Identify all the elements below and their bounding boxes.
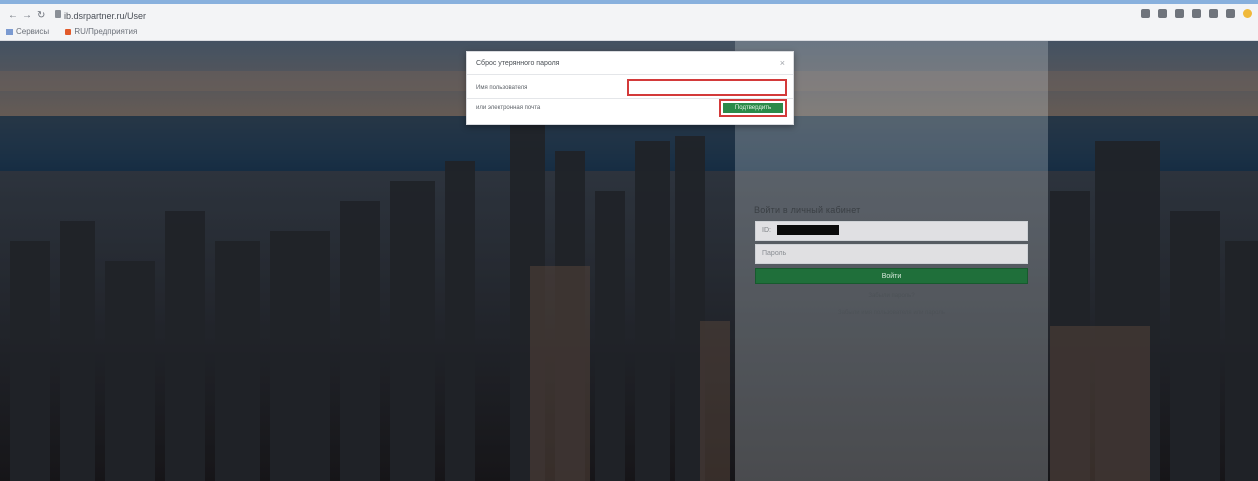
bookmarks-bar: Сервисы RU/Предприятия bbox=[6, 27, 151, 36]
username-field[interactable]: ID: bbox=[755, 221, 1028, 241]
extension-icon[interactable] bbox=[1175, 9, 1184, 18]
redacted-username bbox=[776, 225, 839, 236]
browser-chrome: ← → ↻ ib.dsrpartner.ru/User Сервисы RU/П… bbox=[0, 0, 1258, 41]
page-content: Войти в личный кабинет ID: Пароль Войти … bbox=[0, 41, 1258, 481]
username-label: Имя пользователя bbox=[476, 85, 528, 91]
dialog-title: Сброс утерянного пароля bbox=[476, 60, 560, 67]
dialog-divider bbox=[467, 74, 793, 75]
reset-username-input[interactable] bbox=[627, 79, 787, 96]
settings-icon[interactable] bbox=[1226, 9, 1235, 18]
login-button[interactable]: Войти bbox=[755, 268, 1028, 284]
tab-strip bbox=[0, 0, 1258, 4]
key-icon[interactable] bbox=[1141, 9, 1150, 18]
confirm-button[interactable]: Подтвердить bbox=[723, 103, 783, 113]
profile-avatar[interactable] bbox=[1243, 9, 1252, 18]
extension-icon[interactable] bbox=[1192, 9, 1201, 18]
forgot-password-link[interactable]: Забыли пароль? bbox=[755, 293, 1028, 299]
bookmark-services[interactable]: Сервисы bbox=[6, 27, 49, 36]
forward-icon[interactable]: → bbox=[22, 9, 32, 23]
username-prefix: ID: bbox=[762, 227, 771, 234]
close-icon[interactable]: × bbox=[780, 58, 785, 68]
address-bar[interactable]: ib.dsrpartner.ru/User bbox=[64, 9, 146, 23]
forgot-username-link[interactable]: Забыли имя пользователя или пароль bbox=[755, 310, 1028, 316]
reset-password-dialog: Сброс утерянного пароля × Имя пользовате… bbox=[466, 51, 794, 125]
toolbar-icons bbox=[1141, 9, 1252, 18]
nav-row: ← → ↻ ib.dsrpartner.ru/User bbox=[0, 6, 1258, 26]
bookmark-icon bbox=[65, 28, 72, 35]
email-label: или электронная почта bbox=[476, 105, 541, 111]
submit-highlight: Подтвердить bbox=[719, 99, 787, 117]
star-icon[interactable] bbox=[1158, 9, 1167, 18]
bookmark-ru[interactable]: RU/Предприятия bbox=[65, 27, 137, 36]
password-field[interactable]: Пароль bbox=[755, 244, 1028, 264]
login-title: Войти в личный кабинет bbox=[754, 205, 861, 215]
back-icon[interactable]: ← bbox=[8, 9, 18, 23]
extension-icon[interactable] bbox=[1209, 9, 1218, 18]
lock-icon bbox=[55, 10, 61, 18]
apps-icon bbox=[6, 28, 13, 35]
reload-icon[interactable]: ↻ bbox=[37, 9, 45, 23]
